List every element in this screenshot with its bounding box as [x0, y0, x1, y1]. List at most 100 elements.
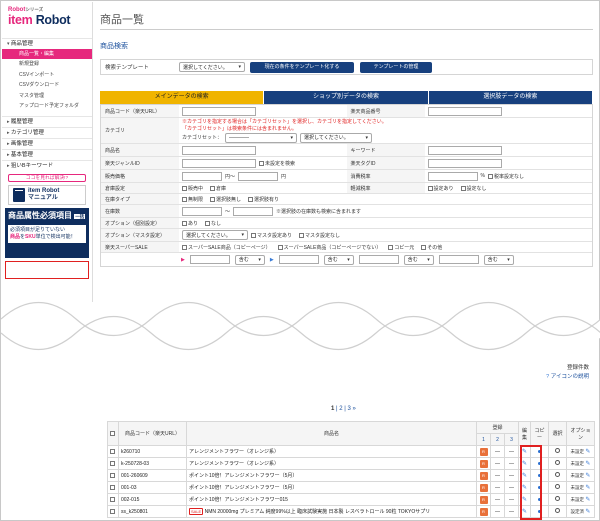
cond-input-2[interactable]: [278, 255, 319, 264]
select-radio[interactable]: [555, 460, 560, 465]
cond-input-4[interactable]: [438, 255, 479, 264]
tax-rate-input[interactable]: [427, 171, 478, 181]
row-code[interactable]: k-250728-03: [118, 457, 187, 470]
select-radio[interactable]: [555, 484, 560, 489]
tab-shop-data[interactable]: ショップ別データの検索: [264, 91, 429, 104]
sales-checkbox[interactable]: [182, 185, 187, 191]
genre-id-input[interactable]: [182, 158, 256, 168]
stock-min-input[interactable]: [182, 206, 222, 216]
tax-unset-checkbox[interactable]: [487, 173, 493, 179]
option-edit-icon[interactable]: ✎: [585, 509, 590, 515]
warehouse-checkbox[interactable]: [210, 185, 216, 191]
template-select[interactable]: 選択してください。: [179, 62, 245, 72]
nav-csv-import[interactable]: CSVインポート: [2, 70, 92, 81]
genre-unset-checkbox[interactable]: [259, 160, 264, 166]
option-edit-icon[interactable]: ✎: [585, 485, 590, 491]
category-select[interactable]: 選択してください。: [300, 132, 373, 143]
option-master-select[interactable]: 選択してください。: [182, 230, 248, 240]
page-2[interactable]: 2: [339, 406, 342, 412]
stock-unlimited-checkbox[interactable]: [182, 196, 187, 202]
icon-help-link[interactable]: アイコンの説明: [551, 374, 589, 380]
rakuten-no-input[interactable]: [427, 106, 502, 116]
cond-input-1[interactable]: [189, 255, 230, 264]
select-radio[interactable]: [555, 448, 560, 453]
cond-select-2[interactable]: 含む: [323, 254, 354, 265]
select-radio[interactable]: [555, 508, 560, 513]
rakuten-icon[interactable]: R: [479, 459, 488, 468]
rakuten-icon[interactable]: R: [479, 483, 488, 492]
option-no-checkbox[interactable]: [205, 220, 211, 226]
col-register-3[interactable]: 3: [504, 433, 519, 446]
nav-basic[interactable]: 基本管理: [2, 148, 92, 160]
master-off-checkbox[interactable]: [299, 232, 305, 238]
tab-choice-data[interactable]: 選択肢データの検索: [428, 91, 593, 104]
nav-category[interactable]: カテゴリ管理: [2, 126, 92, 138]
row-checkbox[interactable]: [110, 484, 115, 490]
row-product-name[interactable]: ポイント10倍！アレンジメントフラワー015: [189, 497, 288, 503]
stock-max-input[interactable]: [233, 206, 274, 216]
product-name-input[interactable]: [182, 145, 256, 155]
page-next[interactable]: »: [353, 406, 356, 412]
manual-link-button[interactable]: ココを見れば解決!?: [8, 173, 86, 182]
option-edit-icon[interactable]: ✎: [585, 449, 590, 455]
ss2-checkbox[interactable]: [277, 244, 283, 250]
cond-select-3[interactable]: 含む: [403, 254, 434, 265]
row-checkbox[interactable]: [110, 496, 115, 502]
rakuten-icon[interactable]: R: [479, 471, 488, 480]
select-radio[interactable]: [555, 472, 560, 477]
col-register-1[interactable]: 1: [476, 433, 491, 446]
tag-id-input[interactable]: [427, 158, 502, 168]
option-edit-icon[interactable]: ✎: [585, 461, 590, 467]
ss3-checkbox[interactable]: [388, 244, 394, 250]
rakuten-icon[interactable]: R: [479, 507, 488, 516]
product-code-input[interactable]: [182, 106, 256, 116]
ss1-checkbox[interactable]: [182, 244, 187, 250]
tab-main-data[interactable]: メインデータの検索: [100, 91, 265, 104]
select-all-checkbox[interactable]: [110, 430, 115, 436]
attribute-banner[interactable]: 商品属性必須項目 一括 必須項目が足りていない 商品をSKU単位で検出可能！: [5, 207, 89, 258]
col-code[interactable]: 商品コード（楽天URL）: [118, 421, 187, 446]
save-template-button[interactable]: 現在の条件をテンプレート化する: [250, 61, 354, 73]
nav-image[interactable]: 画像管理: [2, 137, 92, 149]
master-on-checkbox[interactable]: [251, 232, 256, 238]
option-edit-icon[interactable]: ✎: [585, 497, 590, 503]
keyword-input[interactable]: [427, 145, 502, 155]
row-code[interactable]: ss_k250801: [118, 505, 187, 518]
cond-select-1[interactable]: 含む: [234, 254, 265, 265]
manual-box[interactable]: item Robot マニュアル: [8, 184, 86, 205]
nav-upload-folder[interactable]: アップロード予定フォルダ: [2, 101, 92, 112]
page-3[interactable]: 3: [348, 406, 351, 412]
ss4-checkbox[interactable]: [421, 244, 427, 250]
nav-product-list[interactable]: 商品一覧・編集: [2, 49, 92, 59]
rakuten-icon[interactable]: R: [479, 495, 488, 504]
nav-csv-download[interactable]: CSVダウンロード: [2, 80, 92, 91]
nav-history[interactable]: 履歴管理: [2, 115, 92, 127]
row-product-name[interactable]: アレンジメントフラワー（オレンジ系）: [189, 461, 279, 467]
category-set-select[interactable]: ――――: [225, 132, 298, 143]
row-code[interactable]: 002-015: [118, 493, 187, 506]
row-checkbox[interactable]: [110, 448, 115, 454]
stock-nochoice-checkbox[interactable]: [210, 196, 216, 202]
row-code[interactable]: k260710: [118, 445, 187, 458]
row-code[interactable]: 001-260609: [118, 469, 187, 482]
nav-products[interactable]: 商品管理: [2, 38, 92, 49]
rakuten-icon[interactable]: R: [479, 447, 488, 456]
row-product-name[interactable]: アレンジメントフラワー（オレンジ系）: [189, 449, 279, 455]
nav-keyword[interactable]: 狙いBキーワード: [2, 159, 92, 171]
row-checkbox[interactable]: [110, 472, 115, 478]
page-1[interactable]: 1: [331, 406, 334, 412]
cond-input-3[interactable]: [358, 255, 399, 264]
nav-master[interactable]: マスタ管理: [2, 91, 92, 102]
row-code[interactable]: 001-03: [118, 481, 187, 494]
select-radio[interactable]: [555, 496, 560, 501]
row-product-name[interactable]: ポイント10倍！アレンジメントフラワー（5月）: [189, 473, 297, 479]
stock-choice-checkbox[interactable]: [248, 196, 254, 202]
manage-template-button[interactable]: テンプレートの管理: [360, 61, 432, 73]
col-name[interactable]: 商品名: [186, 421, 477, 446]
row-product-name[interactable]: NMN 20000mg プレミアム 純度99%以上 臨床試験実施 日本製 レスベ…: [205, 509, 431, 515]
option-yes-checkbox[interactable]: [182, 220, 187, 226]
col-register-2[interactable]: 2: [490, 433, 505, 446]
row-product-name[interactable]: ポイント10倍！アレンジメントフラワー（5月）: [189, 485, 297, 491]
row-checkbox[interactable]: [110, 508, 115, 514]
logo[interactable]: Robotシリーズ item Robot: [2, 2, 92, 38]
